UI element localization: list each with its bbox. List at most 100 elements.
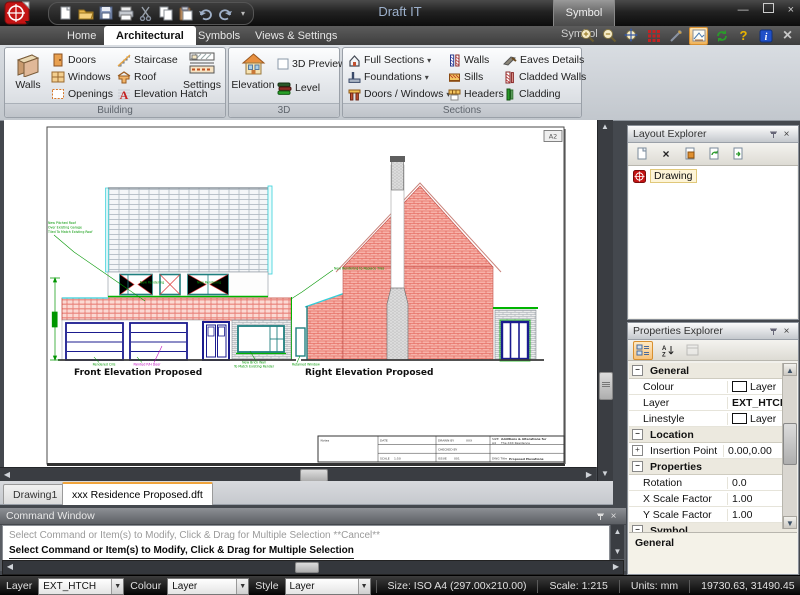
alphabetical-sort-icon[interactable]: AZ <box>659 342 677 359</box>
property-row-rotation[interactable]: Rotation0.0 <box>629 475 797 491</box>
layer-combo[interactable]: EXT_HTCH▼ <box>38 578 124 595</box>
minimize-button[interactable]: — <box>738 3 749 17</box>
style-combo[interactable]: Layer▼ <box>285 578 371 595</box>
cut-icon[interactable] <box>137 5 154 22</box>
properties-scroll-thumb[interactable] <box>783 423 797 465</box>
category-general[interactable]: −General <box>629 363 797 379</box>
eaves-details-button[interactable]: Eaves Details <box>503 52 584 68</box>
property-value[interactable]: 1.00 <box>728 493 752 505</box>
property-row-xscale[interactable]: X Scale Factor1.00 <box>629 491 797 507</box>
command-history[interactable]: Select Command or Item(s) to Modify, Cli… <box>2 525 610 563</box>
canvas-vertical-scrollbar[interactable]: ▲ ▼ <box>597 120 613 481</box>
delete-layout-icon[interactable]: × <box>657 146 675 163</box>
cladded-walls-button[interactable]: Cladded Walls <box>503 69 586 85</box>
drawing-canvas[interactable]: A2 <box>4 120 597 467</box>
scroll-up-icon[interactable]: ▲ <box>783 363 797 376</box>
preview-3d-checkbox[interactable]: 3D Preview <box>277 56 346 72</box>
paste-icon[interactable] <box>177 5 194 22</box>
zoom-in-icon[interactable] <box>579 28 596 44</box>
scroll-left-icon[interactable]: ◀ <box>0 468 14 482</box>
tab-views-settings[interactable]: Views & Settings <box>243 26 349 45</box>
cladding-button[interactable]: Cladding <box>503 86 560 102</box>
new-layout-icon[interactable] <box>633 146 651 163</box>
section-walls-button[interactable]: Walls <box>448 52 489 68</box>
zoom-out-icon[interactable] <box>601 28 618 44</box>
staircase-button[interactable]: Staircase <box>117 52 178 68</box>
scroll-right-icon[interactable]: ▶ <box>609 561 623 572</box>
active-drawing-icon[interactable] <box>689 27 708 45</box>
close-panel-icon[interactable]: × <box>780 326 793 337</box>
property-value[interactable]: 1.00 <box>728 509 752 521</box>
property-row-insertion-point[interactable]: +Insertion Point0.00,0.00 <box>629 443 797 459</box>
undo-icon[interactable] <box>197 5 214 22</box>
close-ribbon-icon[interactable]: × <box>779 28 796 44</box>
scroll-left-icon[interactable]: ◀ <box>3 561 17 572</box>
scroll-down-icon[interactable]: ▼ <box>783 516 797 529</box>
scroll-down-icon[interactable]: ▼ <box>611 545 624 559</box>
snap-grid-icon[interactable] <box>645 28 662 44</box>
scroll-up-icon[interactable]: ▲ <box>611 525 624 539</box>
property-row-yscale[interactable]: Y Scale Factor1.00 <box>629 507 797 523</box>
roof-button[interactable]: Roof <box>117 69 156 85</box>
print-icon[interactable] <box>117 5 134 22</box>
foundations-dropdown-icon[interactable]: ▾ <box>425 73 429 82</box>
info-icon[interactable]: i <box>757 28 774 44</box>
walls-button[interactable]: Walls <box>7 51 49 103</box>
copy-icon[interactable] <box>157 5 174 22</box>
property-value[interactable]: 0.00,0.00 <box>724 445 772 457</box>
full-sections-dropdown-icon[interactable]: ▾ <box>427 56 431 65</box>
close-panel-icon[interactable]: × <box>780 129 793 140</box>
collapse-icon[interactable]: − <box>632 365 643 376</box>
level-button[interactable]: Level <box>277 80 320 96</box>
settings-button[interactable]: Settings <box>181 51 223 103</box>
doors-button[interactable]: Doors <box>51 52 96 68</box>
vertical-scroll-thumb[interactable] <box>599 372 613 400</box>
context-tab-symbol[interactable]: Symbol <box>553 0 615 26</box>
qat-customize-caret-icon[interactable]: ▾ <box>241 9 245 18</box>
property-row-layer[interactable]: LayerEXT_HTCH <box>629 395 797 411</box>
maximize-button[interactable] <box>763 3 774 17</box>
collapse-icon[interactable]: − <box>632 429 643 440</box>
refresh-icon[interactable] <box>713 28 730 44</box>
pin-icon[interactable] <box>767 128 780 141</box>
save-icon[interactable] <box>97 5 114 22</box>
sills-button[interactable]: Sills <box>448 69 483 85</box>
property-row-linestyle[interactable]: LinestyleLayer <box>629 411 797 427</box>
expand-icon[interactable]: + <box>632 445 643 456</box>
line-style-icon[interactable] <box>667 28 684 44</box>
scroll-up-icon[interactable]: ▲ <box>598 120 612 134</box>
full-sections-button[interactable]: Full Sections▾ <box>348 52 431 68</box>
doc-tab-residence[interactable]: xxx Residence Proposed.dft <box>62 482 213 505</box>
doc-tab-drawing1[interactable]: Drawing1 <box>3 484 67 504</box>
property-value[interactable]: Layer <box>728 413 776 425</box>
zoom-extents-icon[interactable] <box>623 28 640 44</box>
redo-icon[interactable] <box>217 5 234 22</box>
open-folder-icon[interactable] <box>77 5 94 22</box>
command-scroll-thumb[interactable] <box>295 562 319 573</box>
help-icon[interactable]: ? <box>735 28 752 44</box>
property-row-colour[interactable]: ColourLayer <box>629 379 797 395</box>
scroll-right-icon[interactable]: ▶ <box>582 468 596 482</box>
application-button[interactable] <box>4 1 34 26</box>
categorized-view-icon[interactable] <box>633 341 653 360</box>
category-location[interactable]: −Location <box>629 427 797 443</box>
property-value[interactable]: Layer <box>728 381 776 393</box>
foundations-button[interactable]: Foundations▾ <box>348 69 429 85</box>
category-properties[interactable]: −Properties <box>629 459 797 475</box>
import-layout-icon[interactable] <box>681 146 699 163</box>
layout-item-drawing[interactable]: Drawing <box>629 166 797 186</box>
windows-button[interactable]: Windows <box>51 69 111 85</box>
doors-windows-section-button[interactable]: Doors / Windows▾ <box>348 86 450 102</box>
pin-icon[interactable] <box>767 325 780 338</box>
headers-button[interactable]: Headers <box>448 86 504 102</box>
collapse-icon[interactable]: − <box>632 461 643 472</box>
scroll-down-icon[interactable]: ▼ <box>598 467 612 481</box>
property-value[interactable]: EXT_HTCH <box>728 397 787 409</box>
command-horizontal-scrollbar[interactable]: ◀ ▶ <box>2 560 624 575</box>
canvas-horizontal-scrollbar[interactable]: ◀ ▶ <box>0 467 596 482</box>
paste-layout-icon[interactable] <box>729 146 747 163</box>
close-panel-icon[interactable]: × <box>607 511 620 522</box>
refresh-layout-icon[interactable] <box>705 146 723 163</box>
property-value[interactable]: 0.0 <box>728 477 747 489</box>
openings-button[interactable]: Openings <box>51 86 113 102</box>
